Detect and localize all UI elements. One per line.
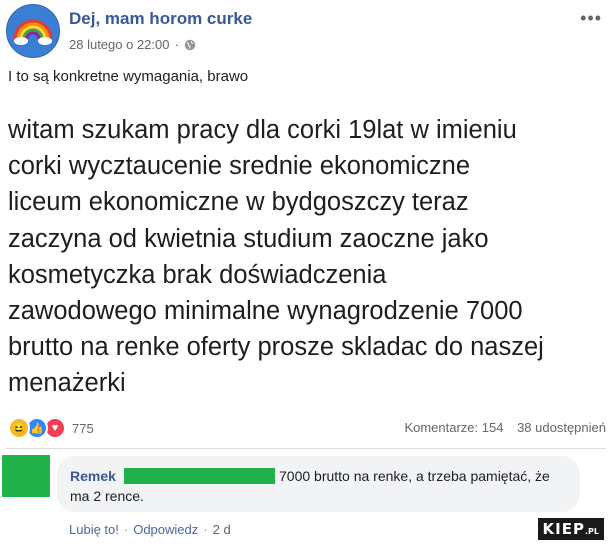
comments-count[interactable]: Komentarze: 154 xyxy=(404,420,503,435)
like-comment-button[interactable]: Lubię to! xyxy=(69,522,119,537)
body-line: witam szukam pracy dla corki 19lat w imi… xyxy=(8,116,517,144)
comment-text-line: 7000 brutto na renke, a trzeba pamiętać,… xyxy=(279,468,550,484)
body-line: zaczyna od kwietnia studium zaoczne jako xyxy=(8,224,489,253)
comment-avatar[interactable] xyxy=(2,455,50,497)
post-stats: Komentarze: 154 38 udostępnień xyxy=(394,420,606,435)
post-timestamp[interactable]: 28 lutego o 22:00 xyxy=(69,37,169,52)
post-header: Dej, mam horom curke 28 lutego o 22:00 ·… xyxy=(6,4,606,58)
body-line: kosmetyczka brak doświadczenia xyxy=(8,260,387,289)
globe-icon xyxy=(184,39,196,50)
body-line: zawodowego minimalne wynagrodzenie 7000 xyxy=(8,297,523,326)
kiep-watermark: KIEP.PL xyxy=(537,518,604,540)
shares-count[interactable]: 38 udostępnień xyxy=(517,420,606,435)
watermark-main: KIEP xyxy=(542,520,585,538)
page-avatar[interactable] xyxy=(6,4,60,58)
reactions-summary[interactable]: 😆 👍 ♥ 775 xyxy=(8,417,94,439)
action-separator: · xyxy=(123,522,129,537)
post-caption: I to są konkretne wymagania, brawo xyxy=(8,68,249,85)
comment-bubble: Remek 7000 brutto na renke, a trzeba pam… xyxy=(57,456,580,512)
reaction-count[interactable]: 775 xyxy=(72,421,94,436)
haha-icon: 😆 xyxy=(8,417,30,439)
comment-actions: Lubię to! · Odpowiedz · 2 d xyxy=(69,522,231,537)
post-body-text: witam szukam pracy dla corki 19lat w imi… xyxy=(8,112,604,402)
body-line: brutto na renke oferty prosze skladac do… xyxy=(8,333,544,362)
more-options-icon[interactable]: ••• xyxy=(580,8,602,29)
body-line: corki wycztaucenie srednie ekonomiczne xyxy=(8,152,471,181)
reply-button[interactable]: Odpowiedz xyxy=(133,522,198,537)
rainbow-icon xyxy=(7,5,59,57)
comment-age[interactable]: 2 d xyxy=(213,522,231,537)
comment-author[interactable]: Remek xyxy=(70,468,116,484)
redaction-bar xyxy=(124,468,275,484)
comment-text-line: ma 2 rence. xyxy=(70,488,144,504)
page-name[interactable]: Dej, mam horom curke xyxy=(69,9,252,29)
post-meta: 28 lutego o 22:00 · xyxy=(69,37,196,52)
watermark-suffix: .PL xyxy=(585,527,599,536)
meta-separator: · xyxy=(174,37,179,52)
action-separator: · xyxy=(203,522,208,537)
divider xyxy=(6,448,606,449)
body-line: liceum ekonomiczne w bydgoszczy teraz xyxy=(8,188,469,217)
body-line: menażerki xyxy=(8,369,126,398)
